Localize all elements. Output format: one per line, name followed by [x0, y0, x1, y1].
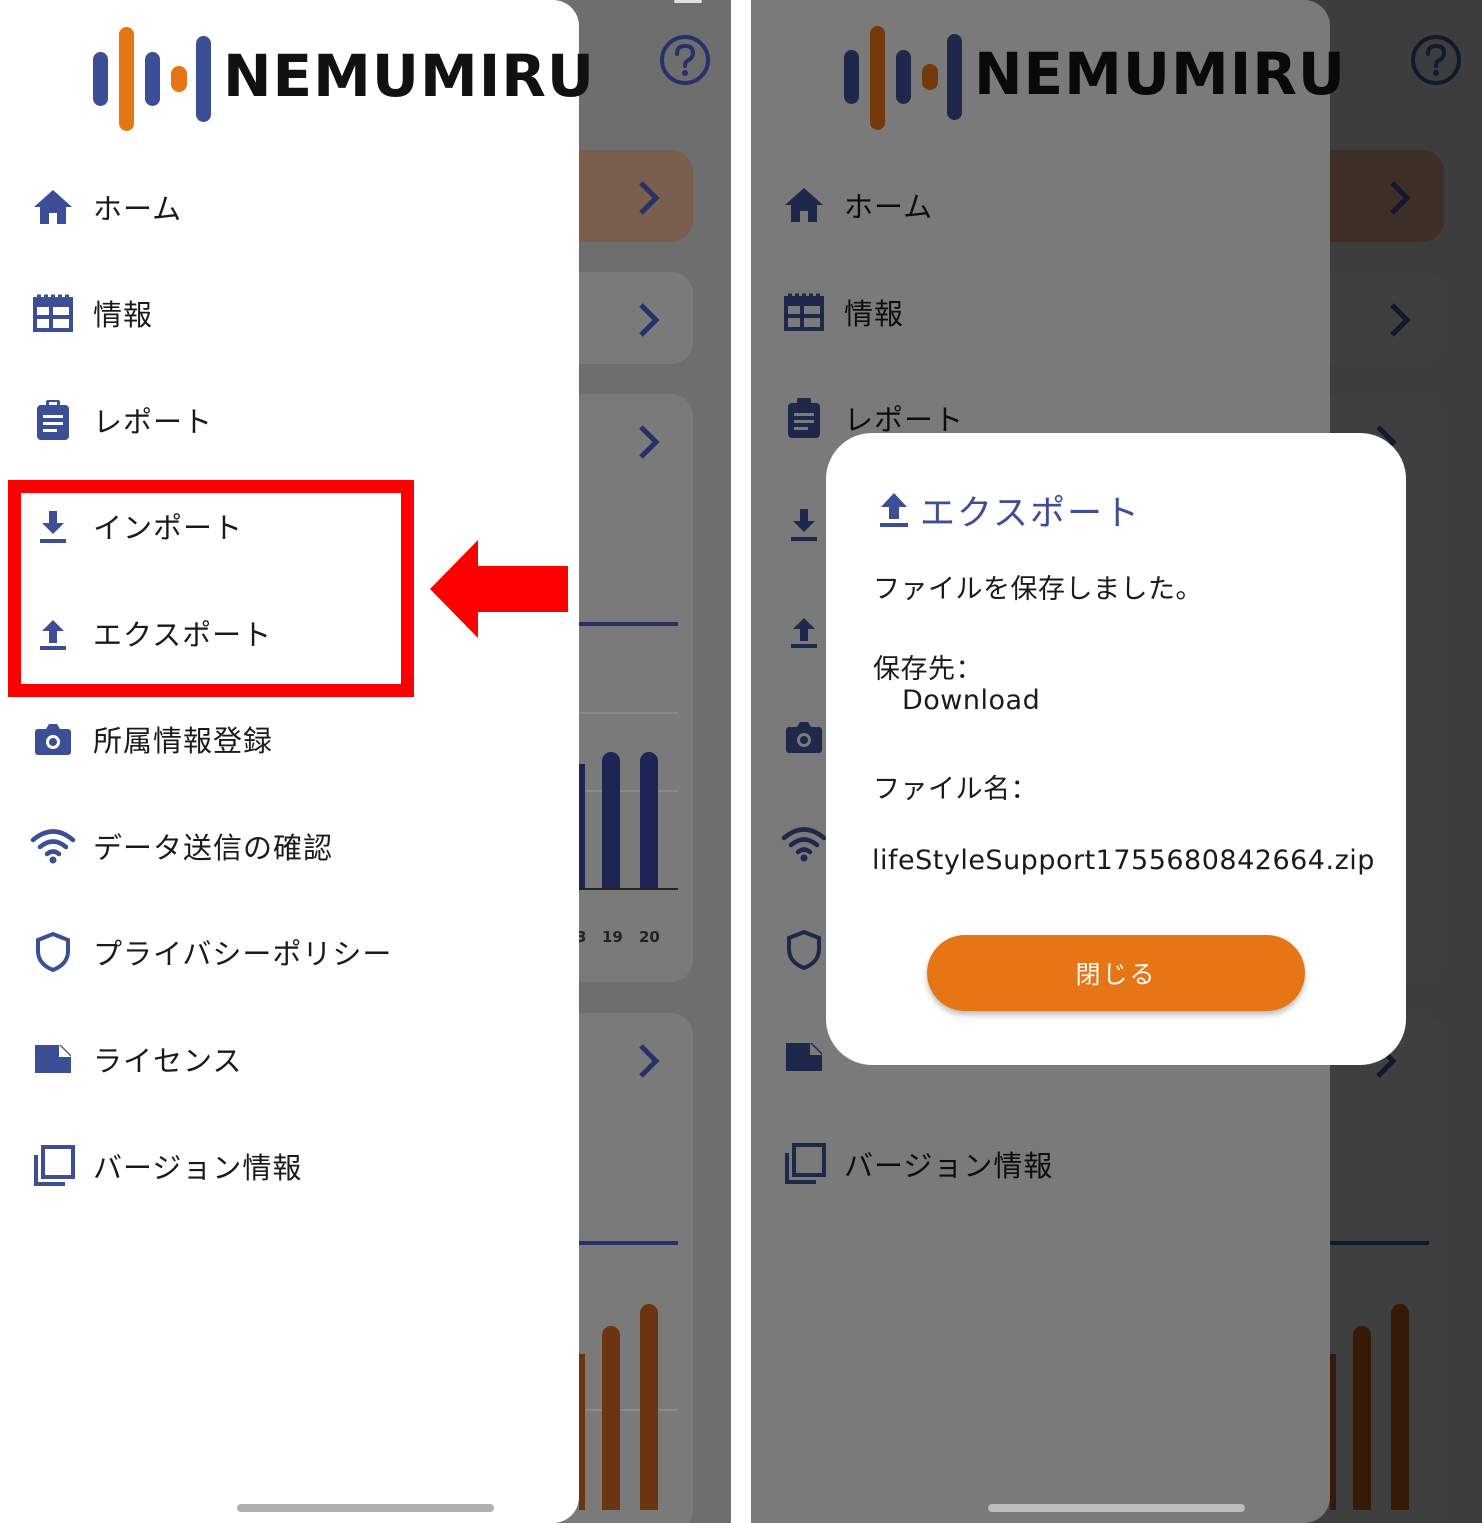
shield-icon — [36, 931, 70, 973]
dialog-title-text: エクスポート — [920, 494, 1141, 534]
brand-name: NEMUMIRU — [223, 42, 596, 110]
status-notch — [674, 0, 702, 3]
menu-item-report[interactable]: レポート — [30, 390, 450, 450]
red-arrow-left-icon — [430, 540, 568, 638]
chart-card[interactable] — [560, 394, 693, 982]
menu-item-data-transfer[interactable]: データ送信の確認 — [30, 816, 450, 876]
brand-name: NEMUMIRU — [974, 40, 1347, 108]
info-card[interactable] — [1311, 272, 1444, 364]
file-name-label: ファイル名： — [873, 774, 1038, 805]
home-icon — [785, 188, 823, 222]
menu-label: ホーム — [844, 190, 934, 224]
file-name-value: lifeStyleSupport1755680842664.zip — [872, 845, 1375, 876]
chart-bar — [602, 1326, 620, 1510]
dialog-title: エクスポート — [876, 485, 1141, 536]
tick-label: 20 — [639, 928, 660, 946]
dialog-message: ファイルを保存しました。 — [873, 574, 1203, 605]
left-screenshot: 3 19 20 NEMUMIRU ホーム 情報 レポート インポート エクスポー… — [0, 0, 731, 1523]
menu-item-version[interactable]: バージョン情報 — [781, 1134, 1201, 1194]
app-logo: NEMUMIRU — [90, 26, 594, 132]
chart-line — [579, 1241, 678, 1245]
menu-item-affiliation[interactable]: 所属情報登録 — [30, 709, 450, 769]
camera-icon — [35, 724, 71, 755]
download-icon — [791, 509, 817, 541]
export-dialog: エクスポート ファイルを保存しました。 保存先： Download ファイル名：… — [826, 433, 1406, 1065]
app-logo: NEMUMIRU — [841, 26, 1345, 132]
wifi-icon — [781, 827, 827, 862]
chart-bar — [640, 752, 658, 890]
info-card[interactable] — [560, 272, 693, 364]
menu-item-info[interactable]: 情報 — [30, 283, 450, 343]
chart-bar — [1353, 1326, 1371, 1510]
note-icon — [786, 1043, 822, 1071]
axis-line — [579, 888, 678, 890]
summary-card[interactable] — [560, 150, 693, 242]
chevron-right-icon — [639, 1044, 660, 1078]
chevron-right-icon — [639, 181, 660, 215]
layers-icon — [785, 1143, 826, 1184]
menu-item-license[interactable]: ライセンス — [30, 1029, 450, 1089]
menu-item-home[interactable]: ホーム — [781, 175, 1201, 235]
chart-bar — [579, 764, 585, 890]
camera-icon — [786, 722, 822, 753]
help-icon[interactable] — [1410, 34, 1462, 86]
chart-bar — [579, 1354, 585, 1510]
menu-label: バージョン情報 — [844, 1149, 1054, 1183]
grid-line — [579, 790, 678, 792]
menu-item-version[interactable]: バージョン情報 — [30, 1136, 450, 1196]
home-icon — [34, 190, 72, 224]
home-indicator — [988, 1504, 1245, 1512]
chart-bar — [1391, 1304, 1409, 1510]
close-button[interactable]: 閉じる — [927, 935, 1305, 1011]
menu-label: ライセンス — [93, 1044, 243, 1078]
menu-label: バージョン情報 — [93, 1151, 303, 1185]
save-location-value: Download — [902, 685, 1041, 716]
clipboard-icon — [37, 400, 69, 440]
chart-bar — [602, 752, 620, 890]
menu-label: ホーム — [93, 192, 183, 226]
menu-label: プライバシーポリシー — [93, 937, 393, 971]
chevron-right-icon — [1390, 181, 1411, 215]
summary-card[interactable] — [1311, 150, 1444, 242]
note-icon — [35, 1045, 71, 1073]
upload-icon — [880, 492, 908, 527]
chart-line — [1330, 1241, 1429, 1245]
sound-wave-logo-icon — [844, 26, 962, 130]
calendar-view-icon — [784, 293, 824, 331]
right-screenshot: NEMUMIRU ホーム 情報 レポート バージョン情報 エクスポート ファイル… — [751, 0, 1482, 1523]
sound-wave-logo-icon — [93, 27, 211, 131]
tick-label: 19 — [602, 928, 623, 946]
menu-label: 情報 — [844, 297, 905, 331]
layers-icon — [34, 1145, 75, 1186]
menu-label: データ送信の確認 — [93, 831, 334, 865]
grid-line — [579, 1409, 678, 1411]
menu-item-home[interactable]: ホーム — [30, 177, 450, 237]
grid-line — [579, 712, 678, 714]
wifi-icon — [30, 829, 76, 864]
menu-label: 所属情報登録 — [93, 724, 274, 758]
save-location-label: 保存先： — [873, 654, 983, 685]
shield-icon — [787, 929, 821, 971]
chevron-right-icon — [1390, 303, 1411, 337]
highlight-box — [8, 480, 414, 697]
menu-label: レポート — [93, 405, 214, 439]
navigation-drawer: NEMUMIRU ホーム 情報 レポート インポート エクスポート 所属情報登録 — [0, 0, 594, 1523]
chart-bar — [640, 1304, 658, 1510]
chevron-right-icon — [639, 425, 660, 459]
chart-bar — [1330, 1354, 1336, 1510]
menu-item-info[interactable]: 情報 — [781, 282, 1201, 342]
menu-item-privacy-policy[interactable]: プライバシーポリシー — [30, 922, 450, 982]
home-indicator — [237, 1504, 494, 1512]
clipboard-icon — [788, 398, 820, 438]
chevron-right-icon — [639, 303, 660, 337]
menu-label: 情報 — [93, 298, 154, 332]
help-icon[interactable] — [659, 34, 711, 86]
calendar-view-icon — [33, 294, 73, 332]
chart-line — [579, 622, 678, 626]
upload-icon — [791, 618, 817, 648]
